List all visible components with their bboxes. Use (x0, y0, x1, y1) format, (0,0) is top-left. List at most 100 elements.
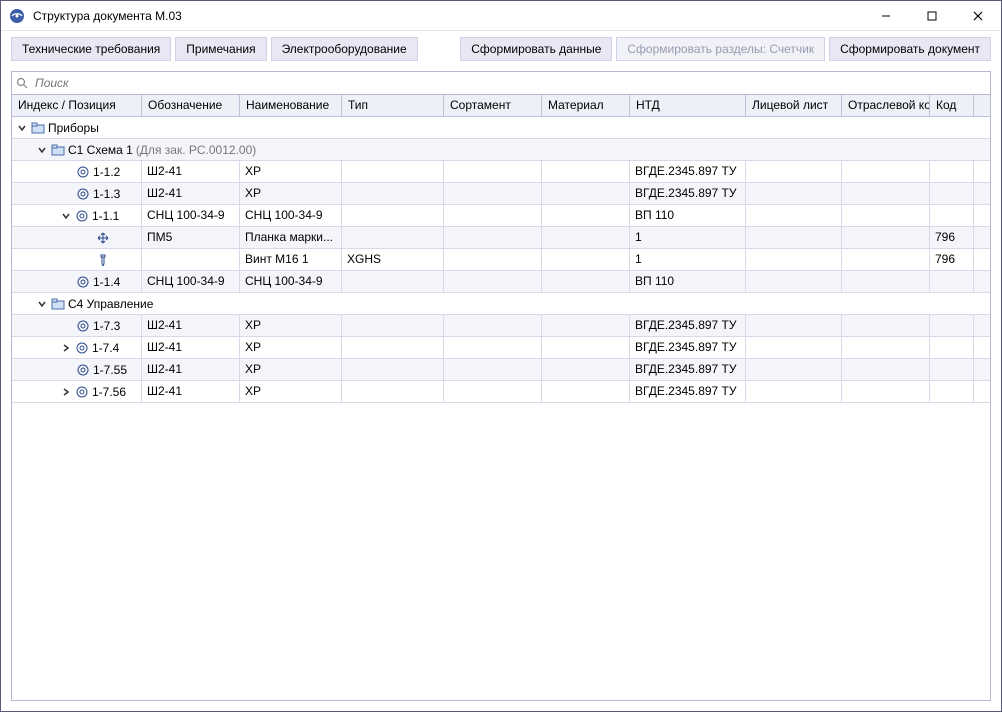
cell-ntd: 1 (630, 249, 746, 270)
cell-name: СНЦ 100-34-9 (240, 271, 342, 292)
col-code[interactable]: Код (930, 95, 974, 116)
cell-name: XP (240, 183, 342, 204)
screw-icon (96, 253, 110, 267)
cell-designation: Ш2-41 (142, 315, 240, 336)
tree-row[interactable]: 1-7.56 Ш2-41 XP ВГДЕ.2345.897 ТУ (12, 381, 990, 403)
expand-toggle[interactable] (60, 210, 72, 222)
tree-grid: Индекс / Позиция Обозначение Наименовани… (11, 95, 991, 701)
tree-row[interactable]: 1-1.4 СНЦ 100-34-9 СНЦ 100-34-9 ВП 110 (12, 271, 990, 293)
cell-ntd: 1 (630, 227, 746, 248)
toolbar: Технические требования Примечания Электр… (11, 37, 991, 61)
tree-row[interactable]: 1-1.1 СНЦ 100-34-9 СНЦ 100-34-9 ВП 110 (12, 205, 990, 227)
cell-name: XP (240, 161, 342, 182)
col-index[interactable]: Индекс / Позиция (12, 95, 142, 116)
form-sections-button: Сформировать разделы: Счетчик (616, 37, 825, 61)
cell-ntd: ВГДЕ.2345.897 ТУ (630, 161, 746, 182)
grid-scroll[interactable]: Индекс / Позиция Обозначение Наименовани… (12, 95, 990, 700)
cell-designation: ПМ5 (142, 227, 240, 248)
tree-row[interactable]: ПМ5 Планка марки... 1 796 (12, 227, 990, 249)
group-label: Приборы (48, 121, 99, 135)
left-tabs: Технические требования Примечания Электр… (11, 37, 418, 61)
cell-ntd: ВГДЕ.2345.897 ТУ (630, 337, 746, 358)
cell-name: XP (240, 315, 342, 336)
tab-tech-requirements[interactable]: Технические требования (11, 37, 171, 61)
search-box[interactable] (11, 71, 991, 95)
col-face[interactable]: Лицевой лист (746, 95, 842, 116)
cell-index: 1-1.1 (92, 209, 119, 223)
tree-row[interactable]: 1-7.3 Ш2-41 XP ВГДЕ.2345.897 ТУ (12, 315, 990, 337)
search-icon (16, 77, 29, 90)
cell-index: 1-7.55 (93, 363, 127, 377)
cell-name: XP (240, 337, 342, 358)
component-icon (75, 341, 89, 355)
titlebar: Структура документа М.03 (1, 1, 1001, 31)
main-window: Структура документа М.03 Технические тре… (0, 0, 1002, 712)
move-icon (96, 231, 110, 245)
cell-ntd: ВГДЕ.2345.897 ТУ (630, 183, 746, 204)
cell-index: 1-1.2 (93, 165, 120, 179)
col-name[interactable]: Наименование (240, 95, 342, 116)
search-input[interactable] (33, 75, 986, 91)
tree-group-row[interactable]: Приборы (12, 117, 990, 139)
cell-index: 1-7.3 (93, 319, 120, 333)
tree-row[interactable]: 1-1.2 Ш2-41 XP ВГДЕ.2345.897 ТУ (12, 161, 990, 183)
tab-electro[interactable]: Электрооборудование (271, 37, 418, 61)
component-icon (76, 319, 90, 333)
cell-code: 796 (930, 227, 974, 248)
cell-name: Винт М16 1 (240, 249, 342, 270)
group-label: C1 Схема 1 (68, 143, 133, 157)
cell-designation: Ш2-41 (142, 359, 240, 380)
col-type[interactable]: Тип (342, 95, 444, 116)
form-data-button[interactable]: Сформировать данные (460, 37, 612, 61)
component-icon (75, 385, 89, 399)
cell-designation: Ш2-41 (142, 381, 240, 402)
toolbar-area: Технические требования Примечания Электр… (1, 31, 1001, 61)
cell-ntd: ВГДЕ.2345.897 ТУ (630, 315, 746, 336)
cell-name: СНЦ 100-34-9 (240, 205, 342, 226)
cell-ntd: ВГДЕ.2345.897 ТУ (630, 381, 746, 402)
col-branch[interactable]: Отраслевой код (842, 95, 930, 116)
grid-empty-area (12, 403, 990, 643)
expand-toggle[interactable] (60, 386, 72, 398)
expand-toggle[interactable] (36, 144, 48, 156)
cell-ntd: ВГДЕ.2345.897 ТУ (630, 359, 746, 380)
expand-toggle[interactable] (36, 298, 48, 310)
expand-toggle[interactable] (16, 122, 28, 134)
cell-designation: СНЦ 100-34-9 (142, 205, 240, 226)
col-material[interactable]: Материал (542, 95, 630, 116)
folder-icon (31, 121, 45, 135)
form-document-button[interactable]: Сформировать документ (829, 37, 991, 61)
col-designation[interactable]: Обозначение (142, 95, 240, 116)
cell-ntd: ВП 110 (630, 205, 746, 226)
cell-name: XP (240, 359, 342, 380)
cell-name: XP (240, 381, 342, 402)
cell-designation: Ш2-41 (142, 337, 240, 358)
component-icon (75, 209, 89, 223)
col-sortament[interactable]: Сортамент (444, 95, 542, 116)
tree-row[interactable]: 1-7.4 Ш2-41 XP ВГДЕ.2345.897 ТУ (12, 337, 990, 359)
window-controls (863, 1, 1001, 30)
component-icon (76, 165, 90, 179)
cell-name: Планка марки... (240, 227, 342, 248)
cell-designation: СНЦ 100-34-9 (142, 271, 240, 292)
tree-row[interactable]: 1-1.3 Ш2-41 XP ВГДЕ.2345.897 ТУ (12, 183, 990, 205)
tree-row[interactable]: 1-7.55 Ш2-41 XP ВГДЕ.2345.897 ТУ (12, 359, 990, 381)
expand-toggle[interactable] (60, 342, 72, 354)
tree-row[interactable]: Винт М16 1 XGHS 1 796 (12, 249, 990, 271)
component-icon (76, 363, 90, 377)
tab-notes[interactable]: Примечания (175, 37, 266, 61)
component-icon (76, 275, 90, 289)
group-note: (Для зак. PC.0012.00) (136, 143, 256, 157)
cell-type: XGHS (342, 249, 444, 270)
folder-icon (51, 143, 65, 157)
maximize-button[interactable] (909, 1, 955, 30)
content: Индекс / Позиция Обозначение Наименовани… (1, 61, 1001, 711)
tree-group-row[interactable]: C1 Схема 1 (Для зак. PC.0012.00) (12, 139, 990, 161)
tree-group-row[interactable]: C4 Управление (12, 293, 990, 315)
cell-index: 1-1.3 (93, 187, 120, 201)
folder-icon (51, 297, 65, 311)
close-button[interactable] (955, 1, 1001, 30)
cell-index: 1-7.56 (92, 385, 126, 399)
col-ntd[interactable]: НТД (630, 95, 746, 116)
minimize-button[interactable] (863, 1, 909, 30)
